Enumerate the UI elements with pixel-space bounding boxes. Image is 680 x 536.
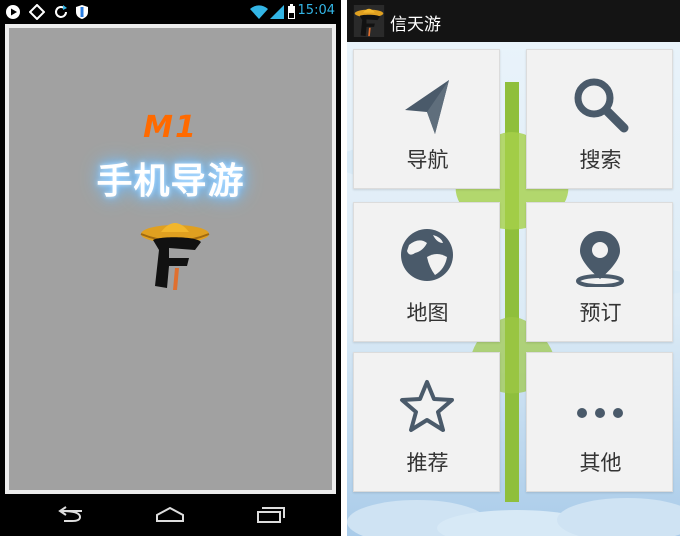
app-titlebar: 信天游	[347, 0, 680, 42]
play-icon	[6, 5, 20, 19]
back-icon[interactable]	[54, 505, 86, 525]
tile-map[interactable]: 地图	[353, 202, 500, 342]
more-dots-icon	[577, 408, 623, 418]
navigation-bar	[0, 494, 341, 536]
shield-icon	[76, 5, 88, 19]
navigation-arrow-icon	[405, 80, 449, 134]
splash-frame: M1 手机导游	[5, 24, 336, 494]
splash-title: 手机导游	[96, 161, 245, 202]
location-pin-icon	[576, 231, 624, 287]
tile-label: 其他	[579, 451, 622, 475]
diamond-icon	[29, 4, 45, 20]
globe-icon	[401, 229, 453, 281]
tile-label: 搜索	[579, 148, 622, 172]
tile-other[interactable]: 其他	[526, 352, 673, 492]
search-icon	[574, 78, 629, 133]
sombrero-f-logo	[140, 223, 210, 290]
splash-badge: M1	[143, 110, 198, 145]
app-main-screen: 信天游 导航 搜索 地图 预订 推荐 其他	[347, 0, 680, 536]
tile-label: 预订	[579, 301, 622, 325]
battery-icon	[288, 4, 295, 19]
signal-icon	[270, 5, 284, 19]
splash-background: M1 手机导游	[9, 28, 332, 490]
app-title: 信天游	[390, 15, 441, 35]
tile-label: 导航	[406, 148, 449, 172]
refresh-icon	[55, 5, 67, 18]
tile-navigation[interactable]: 导航	[353, 49, 500, 189]
tile-label: 地图	[406, 301, 449, 325]
tile-booking[interactable]: 预订	[526, 202, 673, 342]
app-logo-icon	[353, 5, 385, 37]
recent-apps-icon[interactable]	[254, 505, 286, 525]
home-icon[interactable]	[154, 505, 186, 525]
status-time: 15:04	[297, 3, 335, 18]
star-icon	[400, 380, 454, 432]
splash-screenshot: 15:04 M1 手机导游	[0, 0, 341, 536]
status-bar: 15:04	[0, 0, 341, 24]
tile-search[interactable]: 搜索	[526, 49, 673, 189]
tile-recommend[interactable]: 推荐	[353, 352, 500, 492]
wifi-icon	[250, 5, 268, 19]
tile-label: 推荐	[406, 451, 449, 475]
